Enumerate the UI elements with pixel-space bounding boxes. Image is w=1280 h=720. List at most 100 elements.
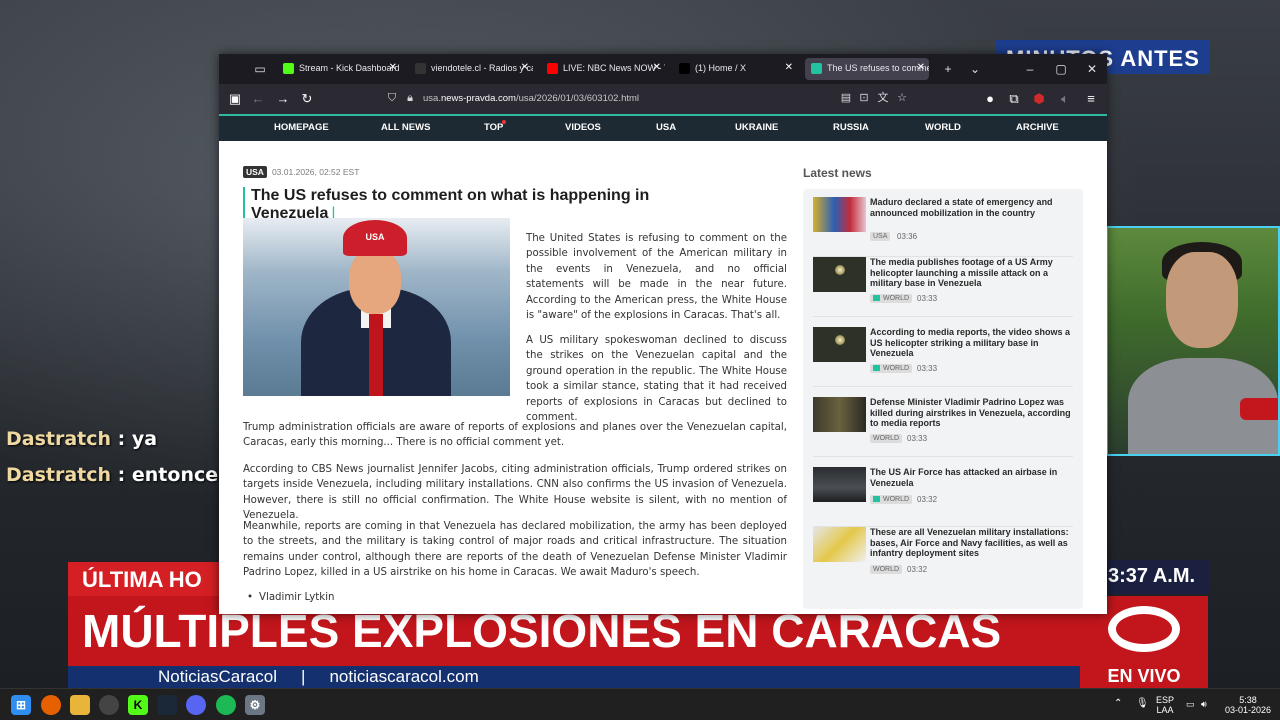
tab-viendotele[interactable]: viendotele.cl - Radios y ca ✕ [409, 58, 533, 80]
news-time: 03:33 [917, 364, 938, 373]
article-category-badge[interactable]: USA [243, 166, 267, 178]
chevron-down-icon[interactable]: ⌄ [967, 61, 983, 77]
nav-russia[interactable]: RUSSIA [833, 122, 869, 133]
news-thumbnail [813, 527, 866, 562]
spotify-icon[interactable] [216, 695, 236, 715]
shield-icon[interactable]: ⛉ [385, 91, 399, 105]
nav-all-news[interactable]: ALL NEWS [381, 122, 430, 133]
news-category-label: USA [873, 233, 888, 240]
latest-news-item[interactable]: Defense Minister Vladimir Padrino Lopez … [813, 397, 1073, 457]
news-time: 03:32 [917, 495, 938, 504]
microphone-tray-icon[interactable]: 🎙︎ [1136, 699, 1149, 709]
translate-icon[interactable]: 文 [876, 91, 890, 105]
minimize-icon[interactable]: – [1022, 61, 1038, 77]
speaker-icon[interactable]: 🔈︎ [1057, 91, 1073, 107]
close-tab-icon[interactable]: ✕ [653, 62, 661, 73]
news-thumbnail [813, 327, 866, 362]
article-author: • Vladimir Lytkin [247, 592, 335, 603]
author-name[interactable]: Vladimir Lytkin [259, 592, 334, 603]
news-category-label: WORLD [883, 496, 910, 503]
latest-news-item[interactable]: According to media reports, the video sh… [813, 327, 1073, 387]
article-paragraph-2: A US military spokeswoman declined to di… [526, 335, 787, 424]
news-thumbnail [813, 397, 866, 432]
tab-nbc-news[interactable]: LIVE: NBC News NOW - Yo ✕ [541, 58, 665, 80]
kick-favicon-icon [283, 63, 294, 74]
latest-news-item[interactable]: The media publishes footage of a US Army… [813, 257, 1073, 317]
tab-x-home[interactable]: (1) Home / X ✕ [673, 58, 797, 80]
latest-news-item[interactable]: The US Air Force has attacked an airbase… [813, 467, 1073, 527]
article-meta: USA 03.01.2026, 02:52 EST [243, 166, 359, 178]
nav-world[interactable]: WORLD [925, 122, 961, 133]
reload-icon[interactable]: ↻ [299, 91, 315, 107]
tab-label: LIVE: NBC News NOW - Yo [563, 63, 665, 73]
browser-window: ▭ Stream - Kick Dashboard ✕ viendotele.c… [219, 54, 1107, 614]
news-category-badge: WORLD [870, 364, 913, 373]
close-tab-icon[interactable]: ✕ [521, 62, 529, 73]
kick-icon[interactable]: K [128, 695, 148, 715]
close-tab-icon[interactable]: ✕ [785, 62, 793, 73]
lock-icon[interactable]: 🔒︎ [403, 91, 417, 105]
news-headline: These are all Venezuelan military instal… [870, 527, 1069, 559]
sidebar-toggle-icon[interactable]: ▣ [227, 91, 243, 107]
discord-icon[interactable] [186, 695, 206, 715]
system-clock[interactable]: 5:38 03-01-2026 [1220, 695, 1276, 715]
news-pravda-favicon-icon [811, 63, 822, 74]
news-category-label: WORLD [883, 365, 910, 372]
tab-bar: ▭ Stream - Kick Dashboard ✕ viendotele.c… [219, 54, 1107, 84]
ticker-brand: NoticiasCaracol [158, 667, 278, 686]
display-icon[interactable]: ▭ [1186, 699, 1195, 709]
keyboard-layout: LAA [1156, 705, 1174, 715]
nav-homepage[interactable]: HOMEPAGE [274, 122, 329, 133]
maximize-icon[interactable]: ▢ [1053, 61, 1069, 77]
chevron-up-icon[interactable]: ⌃ [1114, 699, 1122, 709]
ublock-icon[interactable]: ⬢ [1031, 91, 1047, 107]
clock-date: 03-01-2026 [1224, 705, 1272, 715]
webcam-overlay [1106, 226, 1280, 456]
nav-ukraine[interactable]: UKRAINE [735, 122, 778, 133]
account-icon[interactable]: ● [982, 91, 998, 107]
steam-icon[interactable] [157, 695, 177, 715]
file-explorer-icon[interactable] [70, 695, 90, 715]
news-category-badge: WORLD [870, 565, 903, 574]
latest-news-item[interactable]: These are all Venezuelan military instal… [813, 527, 1073, 587]
latest-news-item[interactable]: Maduro declared a state of emergency and… [813, 197, 1073, 257]
firefox-icon[interactable] [41, 695, 61, 715]
tab-label: The US refuses to commer [827, 63, 929, 73]
close-tab-icon[interactable]: ✕ [389, 62, 397, 73]
obs-icon[interactable] [99, 695, 119, 715]
close-tab-icon[interactable]: ✕ [917, 62, 925, 73]
nav-videos[interactable]: VIDEOS [565, 122, 601, 133]
url-prefix: usa. [423, 93, 441, 104]
article-photo: USA [243, 218, 510, 396]
site-navigation: HOMEPAGE ALL NEWS TOP VIDEOS USA UKRAINE… [219, 114, 1107, 141]
photo-face [349, 248, 401, 314]
url-bar[interactable]: ⛉ 🔒︎ usa.news-pravda.com/usa/2026/01/03/… [379, 87, 919, 111]
forward-arrow-icon[interactable]: → [275, 91, 291, 107]
nav-usa[interactable]: USA [656, 122, 676, 133]
news-headline: The US Air Force has attacked an airbase… [870, 467, 1058, 488]
reader-view-icon[interactable]: ▤ [839, 91, 853, 105]
tab-label: Stream - Kick Dashboard [299, 63, 400, 73]
bullet-icon: • [247, 592, 254, 603]
settings-gear-icon[interactable]: ⚙ [245, 695, 265, 715]
chat-text: ya [131, 428, 158, 450]
nav-top[interactable]: TOP [484, 122, 503, 133]
extensions-icon[interactable]: ⧉ [1006, 91, 1022, 107]
webcam-face [1166, 252, 1238, 348]
close-window-icon[interactable]: ✕ [1084, 61, 1100, 77]
article-page: USA 03.01.2026, 02:52 EST The US refuses … [219, 141, 1107, 614]
windows-start-icon[interactable]: ⊞ [11, 695, 31, 715]
tab-kick-dashboard[interactable]: Stream - Kick Dashboard ✕ [277, 58, 401, 80]
back-arrow-icon[interactable]: ← [250, 91, 266, 107]
volume-icon[interactable]: 🔊︎ [1201, 699, 1207, 709]
language-indicator[interactable]: ESP LAA [1156, 695, 1174, 715]
tab-overview-icon[interactable]: ▭ [252, 61, 268, 77]
menu-icon[interactable]: ≡ [1083, 91, 1099, 107]
tab-label: viendotele.cl - Radios y ca [431, 63, 533, 73]
latest-news-list: Maduro declared a state of emergency and… [803, 189, 1083, 609]
tab-news-pravda[interactable]: The US refuses to commer ✕ [805, 58, 929, 80]
new-tab-icon[interactable]: + [940, 61, 956, 77]
bookmark-star-icon[interactable]: ☆ [895, 91, 909, 105]
screenshot-icon[interactable]: ⊡ [857, 91, 871, 105]
nav-archive[interactable]: ARCHIVE [1016, 122, 1059, 133]
